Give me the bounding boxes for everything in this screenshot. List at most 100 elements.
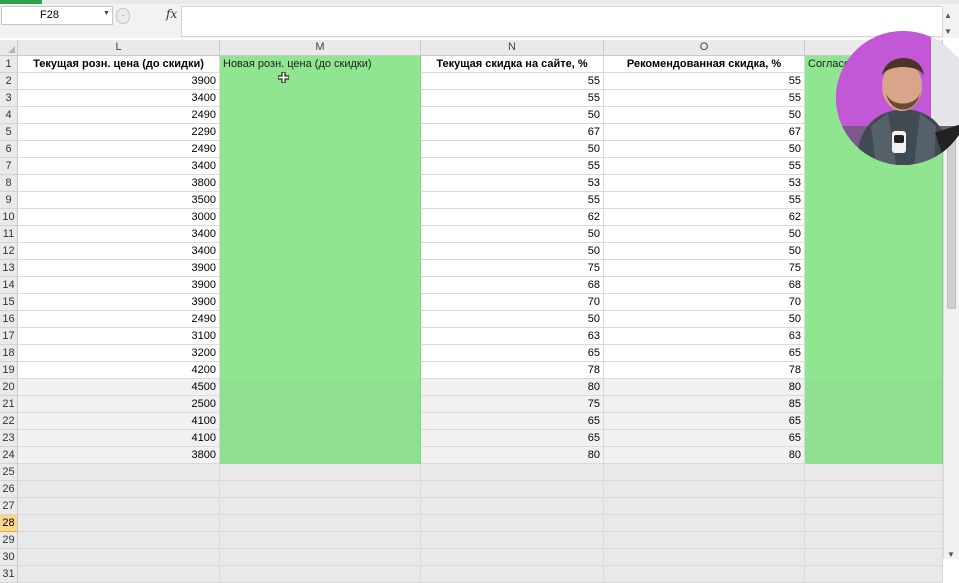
column-header-l[interactable]: L xyxy=(18,40,220,55)
cell-n[interactable] xyxy=(421,481,604,498)
cell-m[interactable] xyxy=(220,124,421,141)
cell-l[interactable]: 2490 xyxy=(18,107,220,124)
row-header[interactable]: 13 xyxy=(0,260,18,277)
cell-o[interactable] xyxy=(604,566,805,583)
cell-n[interactable]: 50 xyxy=(421,243,604,260)
cell-l[interactable]: 2490 xyxy=(18,311,220,328)
cell-o[interactable]: 50 xyxy=(604,243,805,260)
cell-p[interactable] xyxy=(805,209,943,226)
cell-o[interactable] xyxy=(604,515,805,532)
row-header[interactable]: 6 xyxy=(0,141,18,158)
chevron-down-icon[interactable]: ▼ xyxy=(944,27,952,36)
cell-m[interactable] xyxy=(220,175,421,192)
cell-n[interactable] xyxy=(421,498,604,515)
cell-n[interactable]: 53 xyxy=(421,175,604,192)
cell-o[interactable]: 78 xyxy=(604,362,805,379)
cell-p[interactable] xyxy=(805,532,943,549)
row-header[interactable]: 29 xyxy=(0,532,18,549)
cell-n[interactable]: 75 xyxy=(421,260,604,277)
cell-l[interactable]: 3900 xyxy=(18,277,220,294)
cell-n[interactable] xyxy=(421,515,604,532)
cell-n[interactable]: 50 xyxy=(421,226,604,243)
row-header[interactable]: 27 xyxy=(0,498,18,515)
column-header-m[interactable]: M xyxy=(220,40,421,55)
cell-l[interactable]: 2290 xyxy=(18,124,220,141)
cell-o[interactable]: 50 xyxy=(604,141,805,158)
cell-l[interactable] xyxy=(18,515,220,532)
cell-o[interactable]: 55 xyxy=(604,192,805,209)
chevron-up-icon[interactable]: ▲ xyxy=(944,11,952,20)
cell-p[interactable] xyxy=(805,175,943,192)
cell-m[interactable] xyxy=(220,430,421,447)
cell-m[interactable] xyxy=(220,464,421,481)
cell-o[interactable] xyxy=(604,481,805,498)
row-header[interactable]: 10 xyxy=(0,209,18,226)
cell-m[interactable] xyxy=(220,447,421,464)
cell-l[interactable]: 4100 xyxy=(18,413,220,430)
cell-n[interactable]: 62 xyxy=(421,209,604,226)
column-header-o[interactable]: O xyxy=(604,40,805,55)
cell-l[interactable]: 3900 xyxy=(18,260,220,277)
row-header[interactable]: 21 xyxy=(0,396,18,413)
cell-o[interactable]: 67 xyxy=(604,124,805,141)
row-header[interactable]: 2 xyxy=(0,73,18,90)
cell-l[interactable]: 4500 xyxy=(18,379,220,396)
cell-o[interactable]: 63 xyxy=(604,328,805,345)
cell-p[interactable] xyxy=(805,464,943,481)
cell-o[interactable] xyxy=(604,549,805,566)
cell-m[interactable] xyxy=(220,532,421,549)
column-header-n[interactable]: N xyxy=(421,40,604,55)
cell-n[interactable]: 75 xyxy=(421,396,604,413)
formula-input[interactable] xyxy=(181,6,943,37)
row-header[interactable]: 30 xyxy=(0,549,18,566)
cell-m[interactable] xyxy=(220,328,421,345)
cell-p[interactable] xyxy=(805,549,943,566)
row-header[interactable]: 14 xyxy=(0,277,18,294)
cell-p[interactable] xyxy=(805,311,943,328)
row-header[interactable]: 23 xyxy=(0,430,18,447)
cell-l[interactable]: 4100 xyxy=(18,430,220,447)
cell-n[interactable]: 80 xyxy=(421,379,604,396)
chevron-down-icon[interactable]: ▼ xyxy=(947,550,955,559)
row-header[interactable]: 20 xyxy=(0,379,18,396)
row-header[interactable]: 18 xyxy=(0,345,18,362)
select-all-button[interactable] xyxy=(0,40,18,55)
cell-p[interactable] xyxy=(805,226,943,243)
cell-n[interactable]: 55 xyxy=(421,158,604,175)
cell-m[interactable] xyxy=(220,107,421,124)
cell-o[interactable]: 62 xyxy=(604,209,805,226)
cell-m[interactable] xyxy=(220,345,421,362)
cell-p[interactable] xyxy=(805,498,943,515)
cell-n[interactable] xyxy=(421,566,604,583)
header-cell-n[interactable]: Текущая скидка на сайте, % xyxy=(421,56,604,73)
cell-p[interactable] xyxy=(805,430,943,447)
cell-p[interactable] xyxy=(805,566,943,583)
cell-m[interactable] xyxy=(220,209,421,226)
row-header[interactable]: 1 xyxy=(0,56,18,73)
cell-m[interactable] xyxy=(220,549,421,566)
cell-m[interactable] xyxy=(220,498,421,515)
row-header[interactable]: 16 xyxy=(0,311,18,328)
cell-n[interactable]: 50 xyxy=(421,107,604,124)
row-header[interactable]: 11 xyxy=(0,226,18,243)
cell-n[interactable]: 50 xyxy=(421,311,604,328)
cell-l[interactable]: 3200 xyxy=(18,345,220,362)
cell-p[interactable] xyxy=(805,481,943,498)
cell-o[interactable] xyxy=(604,532,805,549)
cell-n[interactable]: 67 xyxy=(421,124,604,141)
cell-m[interactable] xyxy=(220,226,421,243)
cell-p[interactable] xyxy=(805,260,943,277)
cell-o[interactable]: 55 xyxy=(604,90,805,107)
row-header[interactable]: 26 xyxy=(0,481,18,498)
insert-function-icon[interactable]: fx xyxy=(166,7,177,21)
cell-l[interactable] xyxy=(18,464,220,481)
cell-o[interactable]: 65 xyxy=(604,430,805,447)
cell-l[interactable]: 3900 xyxy=(18,294,220,311)
cell-l[interactable] xyxy=(18,566,220,583)
row-header[interactable]: 31 xyxy=(0,566,18,583)
cell-n[interactable]: 78 xyxy=(421,362,604,379)
header-cell-m[interactable]: Новая розн. цена (до скидки) xyxy=(220,56,421,73)
cell-l[interactable]: 3400 xyxy=(18,90,220,107)
cell-p[interactable] xyxy=(805,277,943,294)
row-header[interactable]: 25 xyxy=(0,464,18,481)
